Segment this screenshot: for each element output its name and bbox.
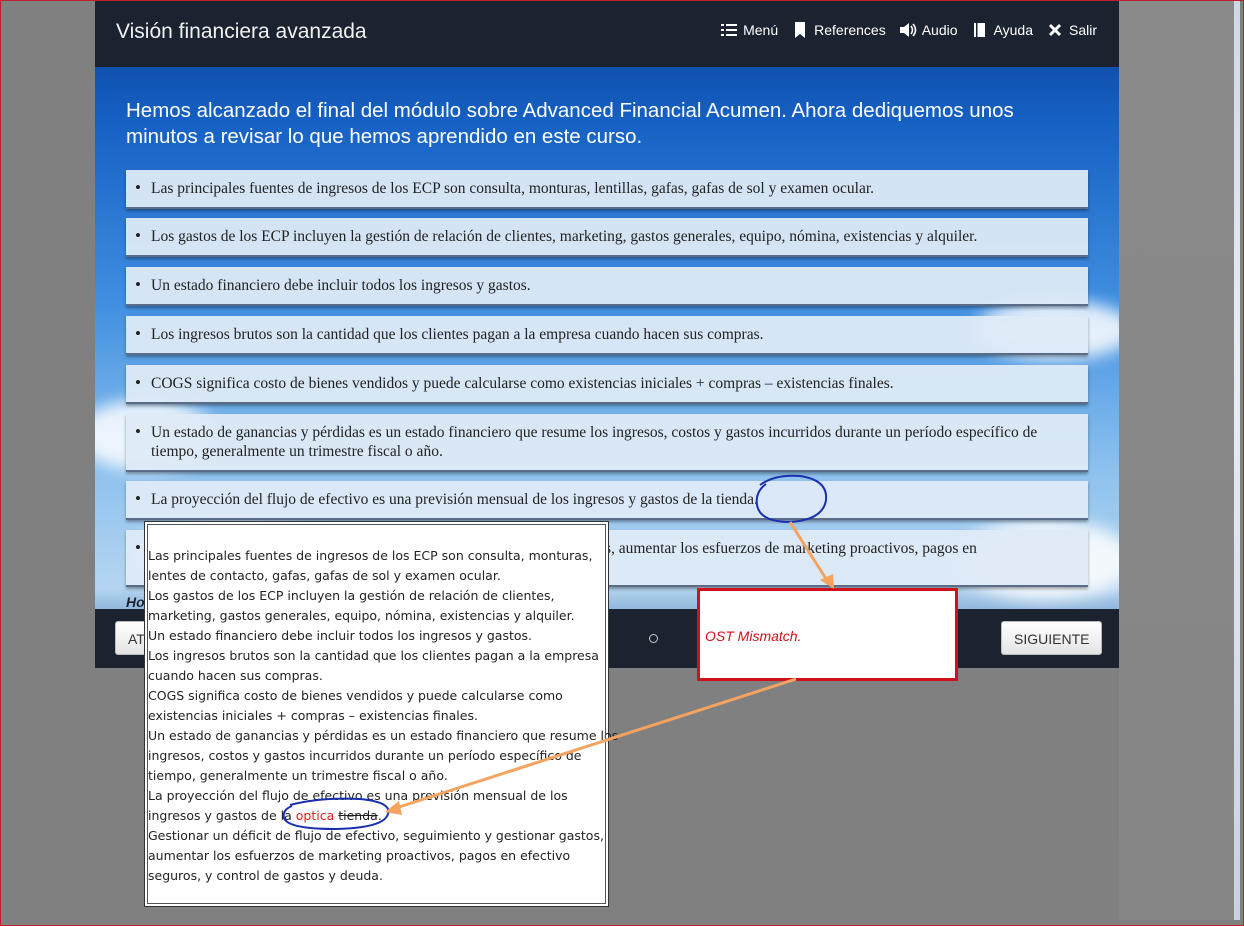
edit-line-suffix: .	[377, 808, 382, 823]
source-line: existencias iniciales + compras – existe…	[148, 708, 478, 723]
list-item: La proyección del flujo de efectivo es u…	[126, 481, 1088, 520]
course-title: Visión financiera avanzada	[116, 20, 367, 43]
list-item: Las principales fuentes de ingresos de l…	[126, 170, 1088, 209]
course-header: Visión financiera avanzada Menú Referenc…	[95, 0, 1119, 67]
menu-list-icon	[721, 22, 738, 38]
nav-audio[interactable]: Audio	[899, 22, 958, 38]
source-line: seguros, y control de gastos y deuda.	[148, 868, 383, 883]
source-line: Los gastos de los ECP incluyen la gestió…	[148, 588, 555, 603]
source-line: ingresos, costos y gastos incurridos dur…	[148, 748, 582, 763]
background-strip	[1119, 0, 1240, 920]
list-item: Un estado de ganancias y pérdidas es un …	[126, 414, 1088, 472]
deleted-word: tienda	[338, 808, 378, 823]
source-line: cuando hacen sus compras.	[148, 668, 323, 683]
book-icon	[972, 22, 988, 38]
page-indicator-dot[interactable]	[649, 634, 658, 643]
source-line: lentes de contacto, gafas, gafas de sol …	[148, 568, 501, 583]
source-line: Gestionar un déficit de flujo de efectiv…	[148, 828, 604, 843]
nav-references-label: References	[814, 22, 886, 38]
edit-line-prefix: ingresos y gastos de la	[148, 808, 296, 823]
list-item: Los ingresos brutos son la cantidad que …	[126, 316, 1088, 355]
source-line: COGS significa costo de bienes vendidos …	[148, 688, 563, 703]
source-text-panel: Las principales fuentes de ingresos de l…	[144, 521, 619, 907]
source-line: Un estado de ganancias y pérdidas es un …	[148, 728, 619, 743]
nav-audio-label: Audio	[921, 22, 958, 38]
source-line: tiempo, generalmente un trimestre fiscal…	[148, 768, 448, 783]
mismatch-label: OST Mismatch.	[705, 628, 802, 644]
source-line: La proyección del flujo de efectivo es u…	[148, 788, 568, 803]
source-line: aumentar los esfuerzos de marketing proa…	[148, 848, 571, 863]
nav-help[interactable]: Ayuda	[972, 22, 1033, 38]
close-icon	[1047, 22, 1063, 38]
source-line: Un estado financiero debe incluir todos …	[148, 628, 533, 643]
source-line: Los ingresos brutos son la cantidad que …	[148, 648, 599, 663]
list-item: Los gastos de los ECP incluyen la gestió…	[126, 218, 1088, 257]
mismatch-annotation-box: OST Mismatch.	[697, 588, 958, 681]
source-edit-line: ingresos y gastos de la optica tienda.	[148, 806, 606, 826]
bookmark-icon	[792, 22, 808, 38]
nav-menu[interactable]: Menú	[721, 22, 778, 38]
next-button[interactable]: SIGUIENTE	[1001, 621, 1103, 655]
page-heading: Hemos alcanzado el final del módulo sobr…	[126, 99, 1014, 148]
list-item: COGS significa costo de bienes vendidos …	[126, 365, 1088, 404]
speaker-icon	[899, 22, 917, 38]
nav-exit[interactable]: Salir	[1047, 22, 1097, 38]
nav-help-label: Ayuda	[993, 22, 1033, 38]
top-nav: Menú References Audio Ayuda Salir	[721, 22, 1097, 38]
inserted-word: optica	[295, 808, 335, 823]
partial-hint-text: Ho	[126, 594, 145, 610]
list-item: Un estado financiero debe incluir todos …	[126, 267, 1088, 306]
source-line: marketing, gastos generales, equipo, nóm…	[148, 608, 575, 623]
source-line: Las principales fuentes de ingresos de l…	[148, 548, 593, 563]
nav-menu-label: Menú	[743, 22, 779, 38]
nav-references[interactable]: References	[792, 22, 886, 38]
nav-exit-label: Salir	[1068, 22, 1097, 38]
